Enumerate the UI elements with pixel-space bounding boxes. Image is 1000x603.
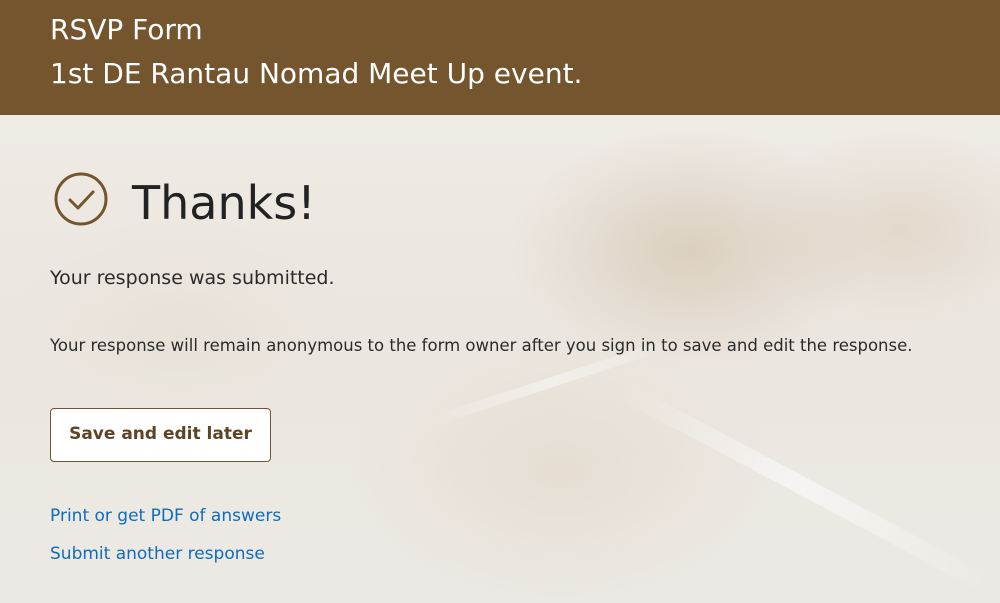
form-header: RSVP Form 1st DE Rantau Nomad Meet Up ev…	[0, 0, 1000, 115]
anonymous-notice: Your response will remain anonymous to t…	[50, 336, 913, 355]
submit-another-response-link[interactable]: Submit another response	[50, 542, 265, 566]
submitted-message: Your response was submitted.	[50, 267, 335, 289]
check-circle-icon	[54, 172, 108, 226]
confirmation-panel: Thanks! Your response was submitted. You…	[0, 115, 1000, 603]
thanks-heading: Thanks!	[132, 176, 316, 230]
form-title: RSVP Form	[50, 13, 203, 46]
print-pdf-link[interactable]: Print or get PDF of answers	[50, 504, 281, 528]
event-title: 1st DE Rantau Nomad Meet Up event.	[50, 57, 583, 90]
save-and-edit-later-button[interactable]: Save and edit later	[50, 408, 271, 462]
